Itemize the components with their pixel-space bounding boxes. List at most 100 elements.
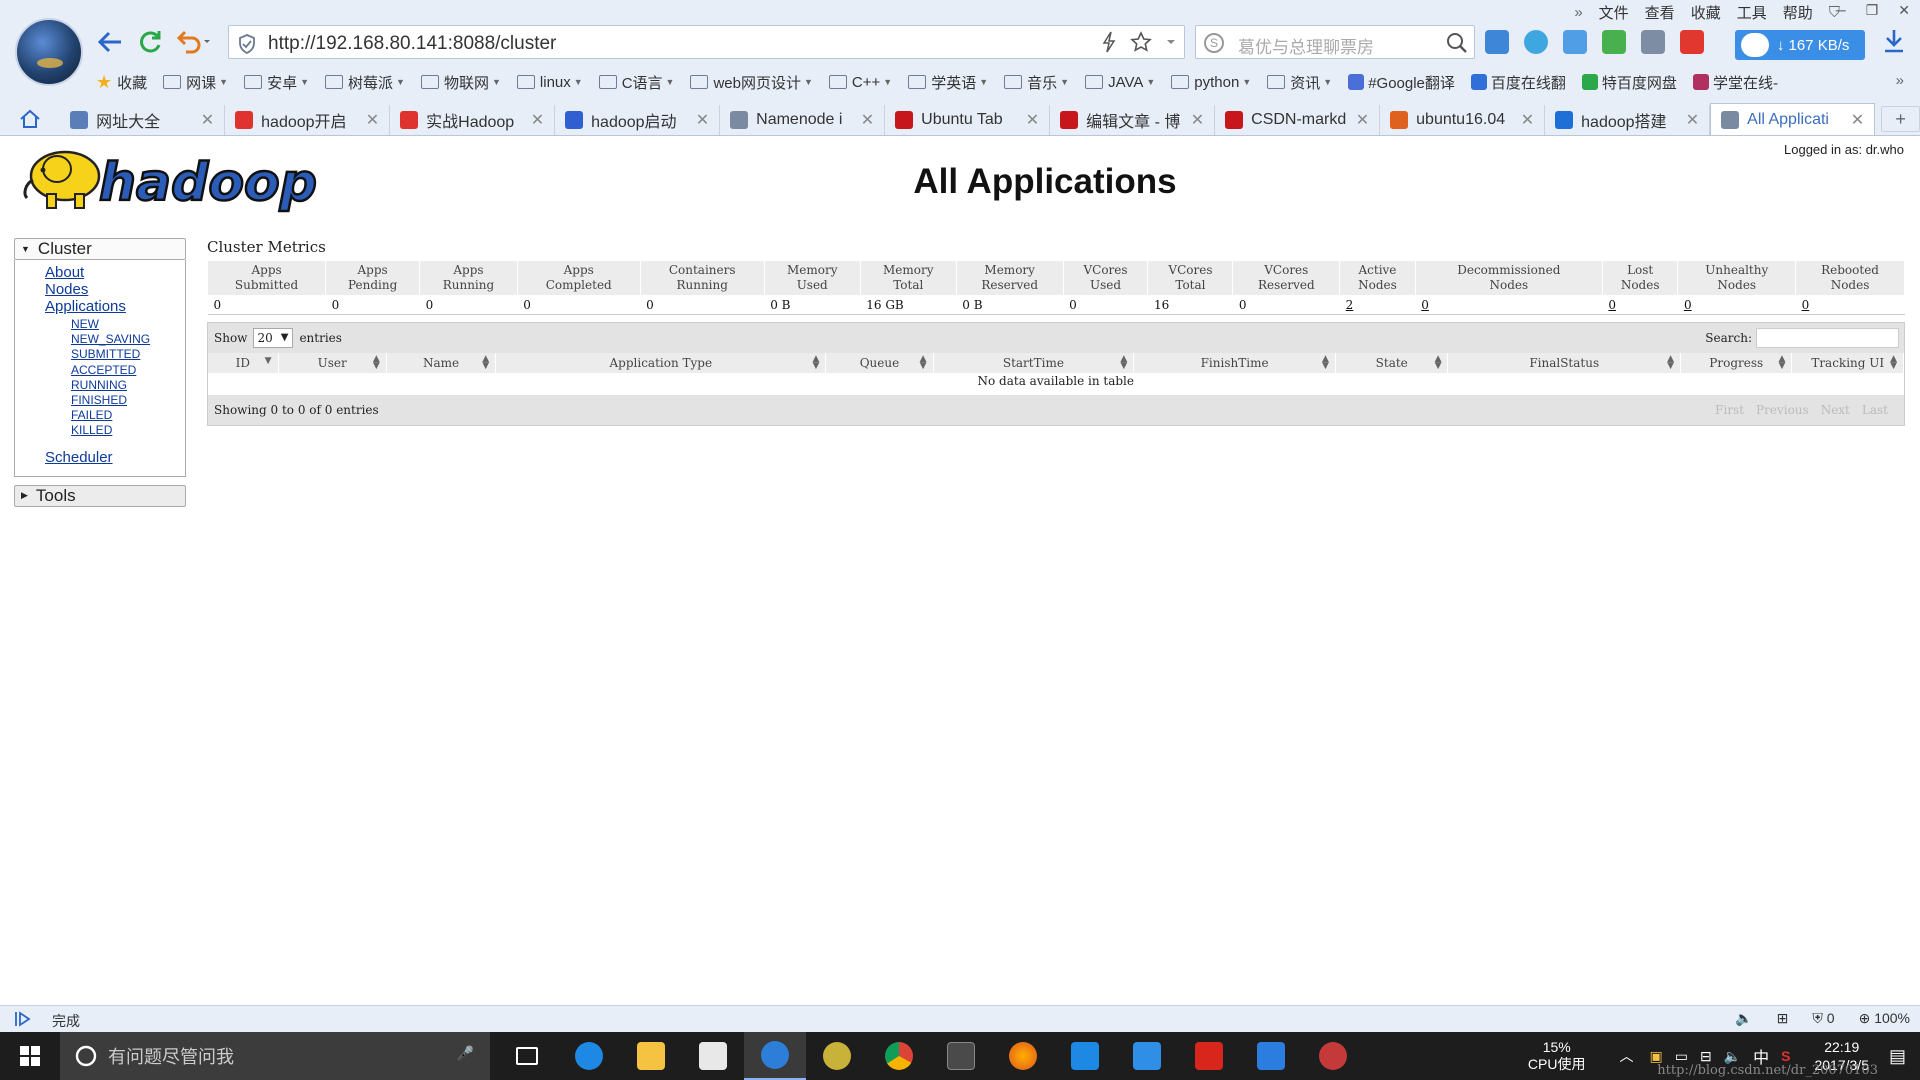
bookmark-item[interactable]: #Google翻译 xyxy=(1348,72,1455,93)
nav-app-state-link[interactable]: FAILED xyxy=(71,408,185,423)
tab-close-icon[interactable]: ✕ xyxy=(1026,110,1039,130)
tab-close-icon[interactable]: ✕ xyxy=(1521,110,1534,130)
page-length-select[interactable]: 20 ▼ xyxy=(253,328,294,348)
tab-close-icon[interactable]: ✕ xyxy=(861,110,874,130)
browser-tab[interactable]: hadoop搭建 ✕ xyxy=(1545,105,1711,135)
url-text[interactable]: http://192.168.80.141:8088/cluster xyxy=(268,33,556,55)
taskbar-chrome[interactable] xyxy=(868,1032,930,1080)
chevron-double-icon[interactable]: » xyxy=(1574,4,1582,21)
apps-column-header[interactable]: State ▲ ▼ xyxy=(1335,353,1449,373)
metrics-value-link[interactable]: 2 xyxy=(1346,298,1354,312)
metrics-value-link[interactable]: 0 xyxy=(1608,298,1616,312)
nav-about-link[interactable]: About xyxy=(45,264,185,281)
nav-app-state-link[interactable]: RUNNING xyxy=(71,378,185,393)
taskbar-edge[interactable] xyxy=(558,1032,620,1080)
tab-close-icon[interactable]: ✕ xyxy=(1191,110,1204,130)
browser-search-box[interactable]: S 葛优与总理聊票房 xyxy=(1195,25,1475,59)
metrics-value-link[interactable]: 0 xyxy=(1421,298,1429,312)
tab-close-icon[interactable]: ✕ xyxy=(1851,110,1864,130)
pager-previous[interactable]: Previous xyxy=(1756,403,1809,417)
bookmark-item[interactable]: web网页设计 ▼ xyxy=(690,72,813,93)
search-engine-icon[interactable]: S xyxy=(1204,33,1224,53)
cpu-usage[interactable]: 15% CPU使用 xyxy=(1528,1039,1586,1073)
lightning-icon[interactable] xyxy=(1102,31,1116,53)
bookmark-item[interactable]: C语言 ▼ xyxy=(598,72,674,93)
browser-tab[interactable]: Namenode i ✕ xyxy=(720,105,886,135)
menu-tools[interactable]: 工具 xyxy=(1737,2,1767,23)
apps-column-header[interactable]: Progress ▲ ▼ xyxy=(1680,353,1793,373)
browser-tab[interactable]: 网址大全 ✕ xyxy=(60,105,226,135)
bookmark-item[interactable]: C++ ▼ xyxy=(828,74,892,91)
bookmark-item[interactable]: python ▼ xyxy=(1171,74,1251,91)
tab-close-icon[interactable]: ✕ xyxy=(366,110,379,130)
metrics-value-link[interactable]: 0 xyxy=(1802,298,1810,312)
menu-view[interactable]: 查看 xyxy=(1645,2,1675,23)
download-speed-indicator[interactable]: ↓ 167 KB/s xyxy=(1735,30,1865,60)
tab-close-icon[interactable]: ✕ xyxy=(696,110,709,130)
address-bar[interactable]: http://192.168.80.141:8088/cluster xyxy=(228,25,1185,59)
bookmark-item[interactable]: 学堂在线- xyxy=(1692,72,1778,93)
bookmark-item[interactable]: 资讯 ▼ xyxy=(1267,72,1332,93)
task-view-button[interactable] xyxy=(496,1032,558,1080)
nav-app-state-link[interactable]: NEW_SAVING xyxy=(71,332,185,347)
apps-column-header[interactable]: Name ▲ ▼ xyxy=(386,353,497,373)
nav-app-state-link[interactable]: SUBMITTED xyxy=(71,347,185,362)
close-window-icon[interactable]: ✕ xyxy=(1898,2,1910,19)
nav-app-state-link[interactable]: FINISHED xyxy=(71,393,185,408)
tab-close-icon[interactable]: ✕ xyxy=(1356,110,1369,130)
nav-cluster-header[interactable]: ▼ Cluster xyxy=(14,238,186,260)
nav-app-state-link[interactable]: NEW xyxy=(71,317,185,332)
bookmark-item[interactable]: ★ 收藏 xyxy=(96,72,147,93)
zoom-level[interactable]: ⊕ 100% xyxy=(1859,1010,1910,1027)
pager-first[interactable]: First xyxy=(1715,403,1744,417)
bookmark-item[interactable]: 特百度网盘 xyxy=(1581,72,1677,93)
puzzle-icon[interactable] xyxy=(1524,30,1548,54)
taskbar-sublime[interactable] xyxy=(930,1032,992,1080)
taskbar-app-yellow[interactable] xyxy=(806,1032,868,1080)
sogou-ime-icon[interactable]: S xyxy=(1781,1048,1790,1064)
browser-tab[interactable]: 编辑文章 - 博 ✕ xyxy=(1050,105,1216,135)
menu-help[interactable]: 帮助 xyxy=(1783,2,1813,23)
pager-next[interactable]: Next xyxy=(1821,403,1850,417)
apps-column-header[interactable]: Queue ▲ ▼ xyxy=(825,353,934,373)
browser-tab[interactable]: CSDN-markd ✕ xyxy=(1215,105,1381,135)
tab-close-icon[interactable]: ✕ xyxy=(201,110,214,130)
user-avatar[interactable] xyxy=(15,18,83,86)
home-button[interactable] xyxy=(0,102,60,135)
taskbar-store[interactable] xyxy=(682,1032,744,1080)
bookmark-item[interactable]: 网课 ▼ xyxy=(163,72,228,93)
menu-file[interactable]: 文件 xyxy=(1599,2,1629,23)
bookmark-item[interactable]: JAVA ▼ xyxy=(1085,74,1155,91)
headset-icon[interactable] xyxy=(1485,30,1509,54)
star-bookmark-icon[interactable] xyxy=(1130,31,1152,53)
apps-column-header[interactable]: ID ▼ xyxy=(208,353,279,373)
notification-icon[interactable]: ▤ xyxy=(1889,1046,1906,1067)
apps-column-header[interactable]: FinishTime ▲ ▼ xyxy=(1133,353,1336,373)
taskbar-firefox[interactable] xyxy=(992,1032,1054,1080)
screenshot-icon[interactable] xyxy=(1563,30,1587,54)
taskbar-explorer[interactable] xyxy=(620,1032,682,1080)
address-dropdown-icon[interactable] xyxy=(1166,37,1176,47)
taskbar-netease-music[interactable] xyxy=(1178,1032,1240,1080)
apps-column-header[interactable]: User ▲ ▼ xyxy=(278,353,387,373)
nav-app-state-link[interactable]: KILLED xyxy=(71,423,185,438)
scissors-icon[interactable] xyxy=(1641,30,1665,54)
bookmark-item[interactable]: 物联网 ▼ xyxy=(420,72,501,93)
bookmark-item[interactable]: 音乐 ▼ xyxy=(1004,72,1069,93)
browser-tab[interactable]: Ubuntu Tab ✕ xyxy=(885,105,1051,135)
browser-tab[interactable]: hadoop启动 ✕ xyxy=(555,105,721,135)
undo-button[interactable] xyxy=(172,27,216,57)
start-button[interactable] xyxy=(0,1032,60,1080)
tab-close-icon[interactable]: ✕ xyxy=(1686,110,1699,130)
menu-favorites[interactable]: 收藏 xyxy=(1691,2,1721,23)
browser-tab[interactable]: hadoop开启 ✕ xyxy=(225,105,391,135)
weibo-icon[interactable] xyxy=(1680,30,1704,54)
blocked-count[interactable]: ⛨ 0 xyxy=(1812,1010,1834,1027)
apps-column-header[interactable]: StartTime ▲ ▼ xyxy=(933,353,1135,373)
search-placeholder[interactable]: 葛优与总理聊票房 xyxy=(1238,33,1374,58)
gamepad-icon[interactable] xyxy=(1602,30,1626,54)
bookmark-item[interactable]: 安卓 ▼ xyxy=(244,72,309,93)
bookmark-item[interactable]: 学英语 ▼ xyxy=(908,72,988,93)
bookmark-item[interactable]: 百度在线翻 xyxy=(1470,72,1566,93)
tray-chevron-icon[interactable]: ︿ xyxy=(1619,1046,1633,1066)
